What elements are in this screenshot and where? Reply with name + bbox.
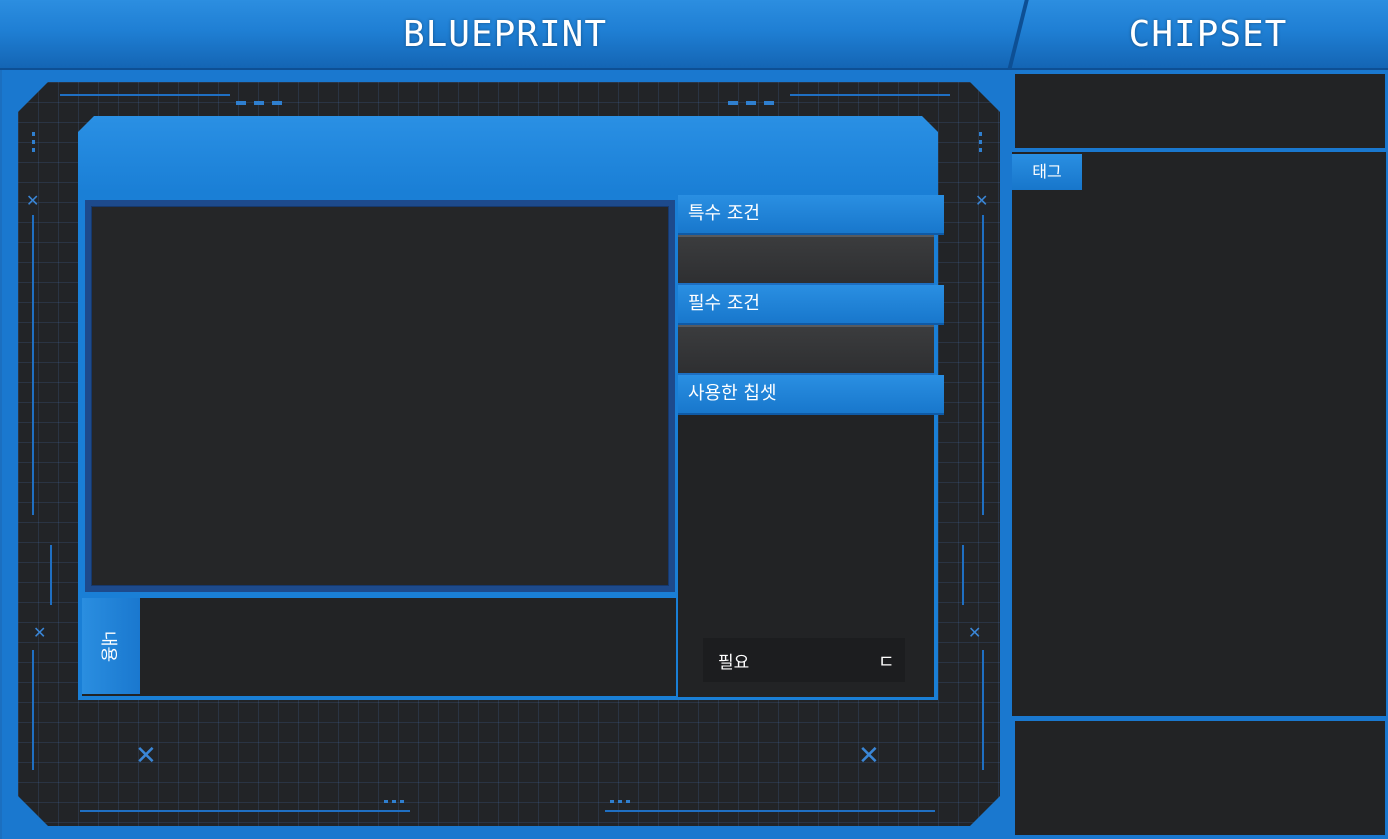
frame-dots-bottom-right: [610, 800, 632, 803]
frame-dashes-top-right: [728, 101, 780, 105]
condition-column: 특수 조건 필수 조건 사용한 칩셋: [678, 195, 944, 697]
required-condition-field: [678, 325, 934, 375]
blueprint-preview: [91, 206, 669, 586]
frame-line-bottom-right: [605, 810, 935, 812]
blueprint-title: BLUEPRINT: [402, 14, 608, 55]
frame-line-left: [32, 215, 34, 515]
frame-line-top-left: [60, 94, 230, 96]
cross-marker-icon: ✕: [26, 191, 40, 210]
required-condition-label: 필수 조건: [678, 285, 944, 325]
frame-dots-left: [32, 132, 35, 154]
frame-line-right-bottom: [982, 650, 984, 770]
frame-dots-bottom-left: [384, 800, 406, 803]
blueprint-preview-frame: [85, 200, 675, 592]
frame-dots-right: [979, 132, 982, 154]
frame-line-right: [982, 215, 984, 515]
required-label: 필요: [718, 653, 750, 673]
frame-line-top-right: [790, 94, 950, 96]
cross-marker-icon: ✕: [33, 623, 47, 642]
chipset-top-slot: [1015, 74, 1385, 148]
chipset-bottom-slot: [1015, 721, 1385, 835]
special-condition-field: [678, 235, 934, 285]
cross-marker-icon: ✕: [968, 623, 982, 642]
chipset-list[interactable]: [1012, 152, 1386, 716]
content-tab[interactable]: 내용: [82, 598, 140, 694]
used-chipset-label: 사용한 칩셋: [678, 375, 944, 415]
frame-dashes-top-left: [236, 101, 288, 105]
cross-marker-icon: ✕: [135, 741, 157, 771]
frame-line-left-lower: [50, 545, 52, 605]
frame-line-left-bottom: [32, 650, 34, 770]
frame-line-right-lower: [962, 545, 964, 605]
cross-marker-icon: ✕: [858, 741, 880, 771]
blueprint-card-header: [78, 116, 938, 192]
content-area: [82, 598, 676, 696]
tag-tab[interactable]: 태그: [1012, 154, 1082, 190]
content-tab-label: 내용: [98, 630, 119, 662]
chipset-title: CHIPSET: [1128, 14, 1288, 55]
frame-line-bottom-left: [80, 810, 410, 812]
required-value: ㄷ: [878, 652, 895, 673]
cross-marker-icon: ✕: [975, 191, 989, 210]
special-condition-label: 특수 조건: [678, 195, 944, 235]
